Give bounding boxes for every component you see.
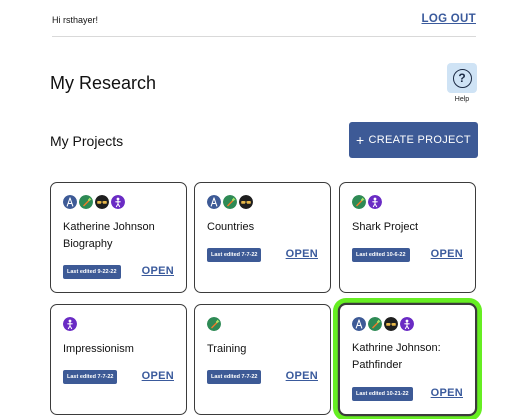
project-icons [352,317,414,331]
project-card[interactable]: Training Last edited 7-7-22 OPEN [194,304,331,415]
help-label: Help [454,96,470,103]
page-title: My Research [50,73,157,93]
project-card[interactable]: Impressionism Last edited 7-7-22 OPEN [50,304,187,415]
create-project-button[interactable]: + CREATE PROJECT [349,122,478,158]
project-icons [352,195,382,209]
carrot-icon [368,317,382,331]
project-title: Katherine Johnson Biography [63,221,155,250]
last-edited-badge: Last edited 9-22-22 [63,265,121,279]
project-icons [63,317,77,331]
open-project-link[interactable]: OPEN [286,370,318,382]
project-icons [207,195,253,209]
carrot-icon [223,195,237,209]
last-edited-badge: Last edited 10-21-22 [352,387,413,401]
logout-link[interactable]: LOG OUT [422,13,477,25]
figure-icon [63,317,77,331]
project-title: Shark Project [352,221,419,233]
last-edited-badge: Last edited 7-7-22 [207,370,262,384]
last-edited-badge: Last edited 7-7-22 [207,248,262,262]
compass-icon [63,195,77,209]
create-project-label: CREATE PROJECT [368,134,471,146]
open-project-link[interactable]: OPEN [142,265,174,277]
carrot-icon [79,195,93,209]
project-card[interactable]: Shark Project Last edited 10-6-22 OPEN [339,182,476,293]
glasses-icon [95,195,109,209]
help-icon: ? [452,68,472,88]
project-title: Training [207,343,247,355]
plus-icon: + [356,132,365,148]
project-card-highlighted[interactable]: Kathrine Johnson: Pathfinder Last edited… [339,304,476,415]
figure-icon [111,195,125,209]
glasses-icon [239,195,253,209]
figure-icon [368,195,382,209]
figure-icon [400,317,414,331]
help-button[interactable]: ? [447,63,477,93]
carrot-icon [207,317,221,331]
open-project-link[interactable]: OPEN [286,248,318,260]
open-project-link[interactable]: OPEN [431,248,463,260]
top-bar: Hi rsthayer! LOG OUT [52,0,476,37]
compass-icon [207,195,221,209]
open-project-link[interactable]: OPEN [431,387,463,399]
open-project-link[interactable]: OPEN [142,370,174,382]
project-icons [207,317,221,331]
project-title: Kathrine Johnson: Pathfinder [352,342,441,371]
last-edited-badge: Last edited 10-6-22 [352,248,410,262]
project-card[interactable]: Katherine Johnson Biography Last edited … [50,182,187,293]
project-card[interactable]: Countries Last edited 7-7-22 OPEN [194,182,331,293]
last-edited-badge: Last edited 7-7-22 [63,370,118,384]
project-title: Countries [207,221,255,233]
project-icons [63,195,125,209]
glasses-icon [384,317,398,331]
greeting-text: Hi rsthayer! [52,15,99,25]
section-title: My Projects [50,133,124,149]
carrot-icon [352,195,366,209]
compass-icon [352,317,366,331]
project-title: Impressionism [63,343,134,355]
